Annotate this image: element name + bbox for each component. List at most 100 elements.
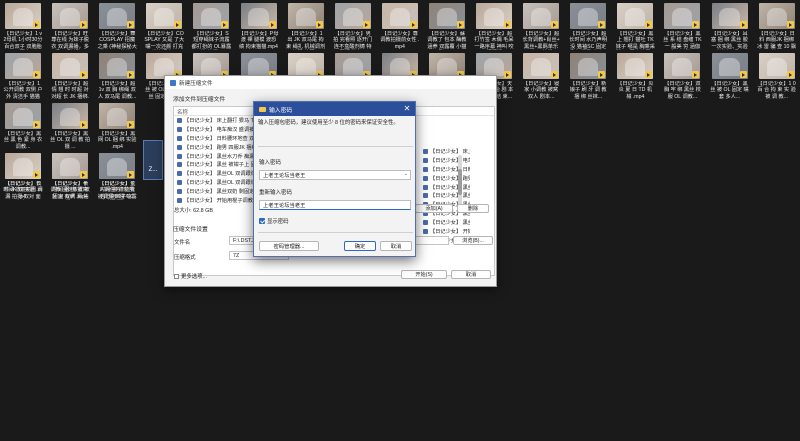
delete-button[interactable]: 删除 <box>457 204 489 213</box>
file-name: 【日记少女】舞 COSPLAY 招魔 之乘 (神秘探秘大 小 3CM) 撩妹..… <box>97 31 137 50</box>
file-name: 【日记少女】1 v2母机 1小时30分 百合双子 双胞胎OL 百合... <box>3 31 43 50</box>
archive-cancel-button[interactable]: 取消 <box>451 270 491 279</box>
start-button[interactable]: 开始(S) <box>401 270 447 279</box>
thumbnail-scene <box>107 157 128 177</box>
file-item[interactable]: 【日记少女】1 v2母机 1小时30分 百合双子 双胞胎OL 百合... <box>3 3 43 50</box>
list-item[interactable]: 【日记少女】 开始用... <box>420 227 470 236</box>
list-item[interactable]: 【日记少女】 黑丝双... <box>420 218 470 227</box>
chevron-down-icon[interactable]: ⌄ <box>404 171 408 177</box>
password-dialog: 输入密码 ✕ 输入压缩包密码，建议使用至少 8 位的密码来保证安全性。 输入密码… <box>253 101 416 257</box>
show-password-toggle[interactable]: 显示密码 <box>259 217 289 225</box>
file-item[interactable]: 【日记少女】黑 丝 OL 双 调 教 拍 摄 ... <box>50 103 90 150</box>
file-item[interactable]: 【日记少女】超 打竹签 木偶 毛呆 一路序幕 神叫 咬 双调漏播... <box>474 3 514 50</box>
play-icon <box>80 71 88 78</box>
add-button[interactable]: 添加(A) <box>415 204 453 213</box>
file-item[interactable]: 【日记少女】超 长时间 水乃声明 没 猫袖SC 固定 后宫 摆露 多次... <box>568 3 608 50</box>
archive-titlebar[interactable]: 新建压缩文件 <box>165 76 496 89</box>
selected-file-item[interactable]: Z... <box>143 140 163 180</box>
video-file-icon <box>177 189 182 195</box>
list-item[interactable]: 【日记少女】 日料... <box>420 165 470 174</box>
password-manager-button[interactable]: 密码管理器... <box>259 241 319 251</box>
video-file-icon <box>177 180 182 186</box>
thumbnail-scene <box>436 7 457 27</box>
file-item[interactable]: 【日记少女】P母 渡 裸 腿模 渡恐绩 拘束猫猫.mp4 <box>239 3 279 50</box>
video-thumbnail <box>5 53 41 79</box>
play-icon <box>127 171 135 178</box>
password-input[interactable]: 上老王论坛当老王 ⌄ <box>259 170 411 180</box>
file-name: 【日记少女】新 娘子 刷 牙 调 教 捆 绑 丝袜... <box>569 81 607 100</box>
list-item-label: 【日记少女】 跑男... <box>430 175 470 182</box>
file-item[interactable]: 【日记少女】黑 丝 黑 色 紧 身 衣 调教... <box>3 103 43 150</box>
password-cancel-button[interactable]: 取消 <box>380 241 412 251</box>
close-icon[interactable]: ✕ <box>402 104 412 114</box>
show-password-checkbox[interactable] <box>259 218 265 224</box>
list-scroll-thumb[interactable] <box>458 169 462 195</box>
thumbnail-scene <box>625 57 646 77</box>
file-item[interactable]: 【日记少女】蘇 调教了 包本 酶教 涵养 双露覆 小猫 剧.mp4 <box>427 3 467 50</box>
total-size: 总大小: 62.8 GB <box>174 208 213 214</box>
password-titlebar[interactable]: 输入密码 <box>254 102 415 116</box>
video-thumbnail <box>711 3 748 29</box>
file-item[interactable]: 【日记少女】长 时间 德丽丽园 调漏 拍摄 双对 面 多人... <box>3 153 43 200</box>
file-item[interactable]: 【日记少女】COSPLAY 又是 了大嘴一次还颜 打充 满姿调恋... <box>144 3 184 50</box>
file-name: 【日记少女】主 人的任务!! 让我 自己用棒子GC 自 拍 还是双... <box>99 181 136 200</box>
enter-password-label: 输入密码 <box>259 160 282 166</box>
file-item[interactable]: 【日记少女】日 料 西服JK 捆绑 冰 雷 骗 查 10 飘流... <box>757 3 797 50</box>
list-item[interactable]: 【日记少女】 床上翻... <box>420 147 470 156</box>
video-file-icon <box>423 148 428 154</box>
list-item-label: 【日记少女】 黑丝水刀乔 痴漏... <box>184 153 259 160</box>
file-item[interactable]: 【日记少女】半 调教 固定放置 被 对 面 双调 漏 拍播... <box>50 153 90 200</box>
file-item[interactable]: 【日记少女】旺 尊在线 为妹子脱 衣 双调漏播，多 场面呀前略... <box>50 3 90 50</box>
more-options-checkbox[interactable] <box>174 273 179 279</box>
list-item[interactable]: 【日记少女】 跑男... <box>420 174 470 183</box>
thumbnail-scene <box>248 57 269 77</box>
file-item[interactable]: 【日记少女】超 情 翘 时 时超 对 对超 长 JK 捆绑.mp4 <box>50 53 90 100</box>
file-item[interactable]: 【日记少女】黑 网 OL 捆 绑 实验 .mp4 <box>97 103 137 150</box>
file-item[interactable]: 【日记少女】寝 家 小调教 被窝 双人 剧本... <box>521 53 561 100</box>
file-item[interactable]: 【日记少女】双 胸 牢 绑 黑丝 校服 OL 调教... <box>662 53 702 100</box>
list-item-label: 【日记少女】 床上翻... <box>430 148 470 155</box>
file-item[interactable]: 【日记少女】主 人的任务!! 让我 自己用棒子GC 自 拍 还是双... <box>97 153 137 200</box>
file-item[interactable]: 【日记少女】耳 塞 捆 绑 黑丝 胶 一次实验、实验 丝袜好 后... <box>710 3 750 50</box>
video-thumbnail <box>287 3 324 29</box>
file-item[interactable]: 【日记少女】新 娘子 刷 牙 调 教 捆 绑 丝袜... <box>568 53 608 100</box>
thumbnail-scene <box>60 57 81 77</box>
add-section-label: 添加文件到压缩文件 <box>173 97 226 103</box>
thumbnail-scene <box>12 57 34 77</box>
file-item[interactable]: 【日记少女】男 拍 完看照 逐开门 连不盒酸剂铸 特 翻打 粉宫... <box>333 3 373 50</box>
file-item[interactable]: 【日记少女】超 长背调教+肖丝+ 黑丝+黑羁单乐 ～ 公开拍播... <box>521 3 561 50</box>
play-icon <box>221 21 229 28</box>
thumbnail-scene <box>342 7 363 27</box>
play-icon <box>598 71 606 78</box>
video-thumbnail <box>99 3 136 29</box>
video-thumbnail <box>52 103 89 129</box>
file-name: 【日记少女】1 公开调教 双侧 户外 清洁手 猫猫 暗合... <box>3 81 43 100</box>
play-icon <box>80 21 88 28</box>
file-item[interactable]: 【日记少女】S 短穿绳妹子流露 都打扮的 OL暴露找 拍摄... <box>191 3 231 50</box>
ok-button[interactable]: 确定 <box>344 241 376 251</box>
file-item[interactable]: 【日记少女】黑 丝 系 结 盘缠 TK 一 般美 穷 涵伽 夹子双首... <box>662 3 702 50</box>
file-item[interactable]: 【日记少女】超 1v 双 胸 绑绳 双人 双马尾 调教... <box>97 53 137 100</box>
file-name: 【日记少女】长 时间 德丽丽园 调漏 拍摄 双对 面 多人... <box>3 181 43 200</box>
file-item[interactable]: 【日记少女】黑 丝 被 OL 固定 嘴 套 多人... <box>710 53 750 100</box>
file-item[interactable]: 【日记少女】黑 上 翘打 猫吐 TK 妹子 哪是 胸乘采 腿2.0 固定放置..… <box>615 3 655 50</box>
file-item[interactable]: 【日记少女】1 公开调教 双侧 户外 清洁手 猫猫 暗合... <box>3 53 43 100</box>
browse-button[interactable]: 浏览(B)... <box>453 236 493 245</box>
list-item[interactable]: 【日记少女】 黑丝... <box>420 183 470 192</box>
list-item[interactable]: 【日记少女】 黑丝... <box>420 191 470 200</box>
list-item[interactable]: 【日记少女】 电车痴... <box>420 156 470 165</box>
more-options[interactable]: 更多选项... <box>174 272 207 280</box>
reenter-password-input[interactable]: 上老王论坛当老王 <box>259 200 411 210</box>
video-thumbnail <box>617 53 654 79</box>
file-name: 【日记少女】超 长时间 水乃声明 没 猫袖SC 固定 后宫 摆露 多次... <box>569 31 608 50</box>
file-item[interactable]: 【日记少女】舞 COSPLAY 招魔 之乘 (神秘探秘大 小 3CM) 撩妹..… <box>97 3 137 50</box>
thumbnail-scene <box>672 7 693 27</box>
thumbnail-scene <box>766 7 787 27</box>
file-item[interactable]: 【日记少女】1 出 JK 双马尾 拘 束 绳扎 机械调剂 抹强 拍照... <box>286 3 326 50</box>
file-item[interactable]: 【日记少女】炎 炎 夏 日 TD 机 械 .mp4 <box>615 53 655 100</box>
video-thumbnail <box>711 53 748 79</box>
file-name: 【日记少女】耳 塞 捆 绑 黑丝 胶 一次实验、实验 丝袜好 后... <box>711 31 748 50</box>
file-item[interactable]: 【日记少女】1 0 百 合 拘 束 实 验 被 调 教... <box>757 53 797 100</box>
file-item[interactable]: 【日记少女】尊 调教拍摄前女性 .mp4 <box>380 3 420 50</box>
play-icon <box>645 71 653 78</box>
